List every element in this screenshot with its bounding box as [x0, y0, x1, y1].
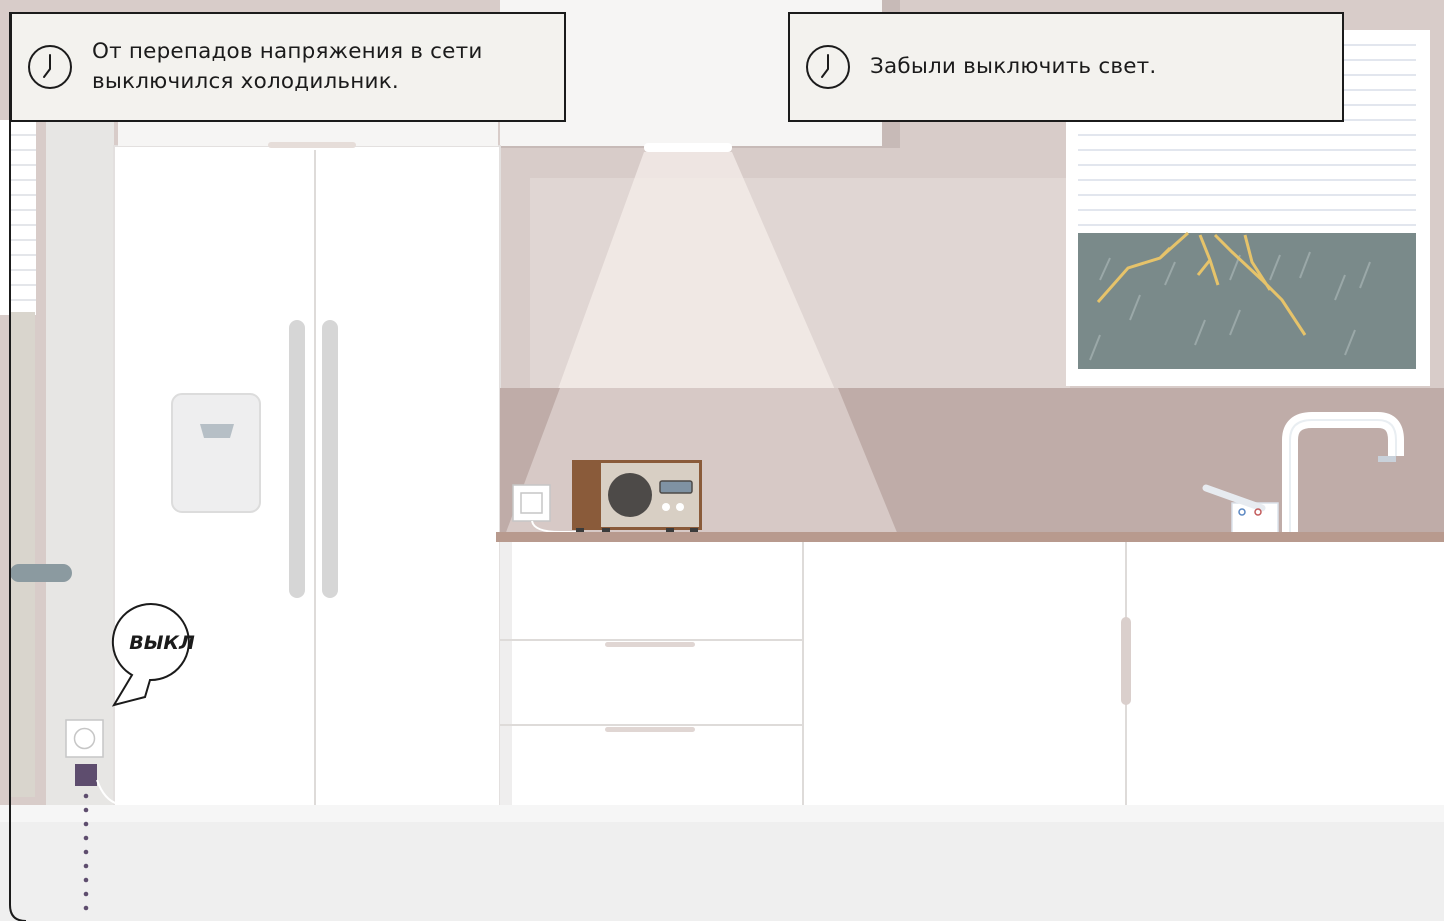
- fridge-top-handle: [268, 142, 356, 148]
- cabinet-handle: [1121, 617, 1131, 705]
- countertop: [496, 532, 1444, 542]
- fridge-handle-left: [289, 320, 305, 598]
- notification-text: От перепадов напряжения в сети выключилс…: [92, 39, 483, 94]
- kitchen-illustration: ВЫКЛ От перепадов напряжения в сети выкл…: [0, 0, 1444, 921]
- lower-cabinets-edge: [500, 542, 512, 805]
- notification-light-on: Забыли выключить свет.: [788, 12, 1344, 122]
- clock-icon: [806, 45, 850, 89]
- lower-cabinets: [500, 542, 1444, 805]
- dotted-connection: [83, 793, 89, 911]
- notification-text: Забыли выключить свет.: [870, 54, 1157, 79]
- drawer-handle-2: [605, 727, 695, 732]
- storm-sky: [1078, 233, 1416, 369]
- radio: [572, 460, 702, 534]
- wall-socket: [512, 484, 551, 522]
- left-window: [0, 120, 36, 315]
- smart-plug: [75, 764, 97, 786]
- drawer-handle-1: [605, 642, 695, 647]
- fridge-outlet: [65, 719, 104, 758]
- ceiling-lamp: [644, 143, 732, 152]
- water-dispenser-spout: [200, 424, 234, 438]
- kitchen-scene: [0, 0, 1444, 921]
- left-pillar: [46, 120, 114, 812]
- floor: [0, 822, 1444, 921]
- water-dispenser: [171, 393, 261, 513]
- speech-bubble-label: ВЫКЛ: [129, 632, 195, 654]
- door-handle: [10, 564, 72, 582]
- clock-icon: [28, 45, 72, 89]
- fridge-handle-right: [322, 320, 338, 598]
- left-door-frame: [10, 312, 35, 797]
- notification-fridge-off: От перепадов напряжения в сети выключилс…: [10, 12, 566, 122]
